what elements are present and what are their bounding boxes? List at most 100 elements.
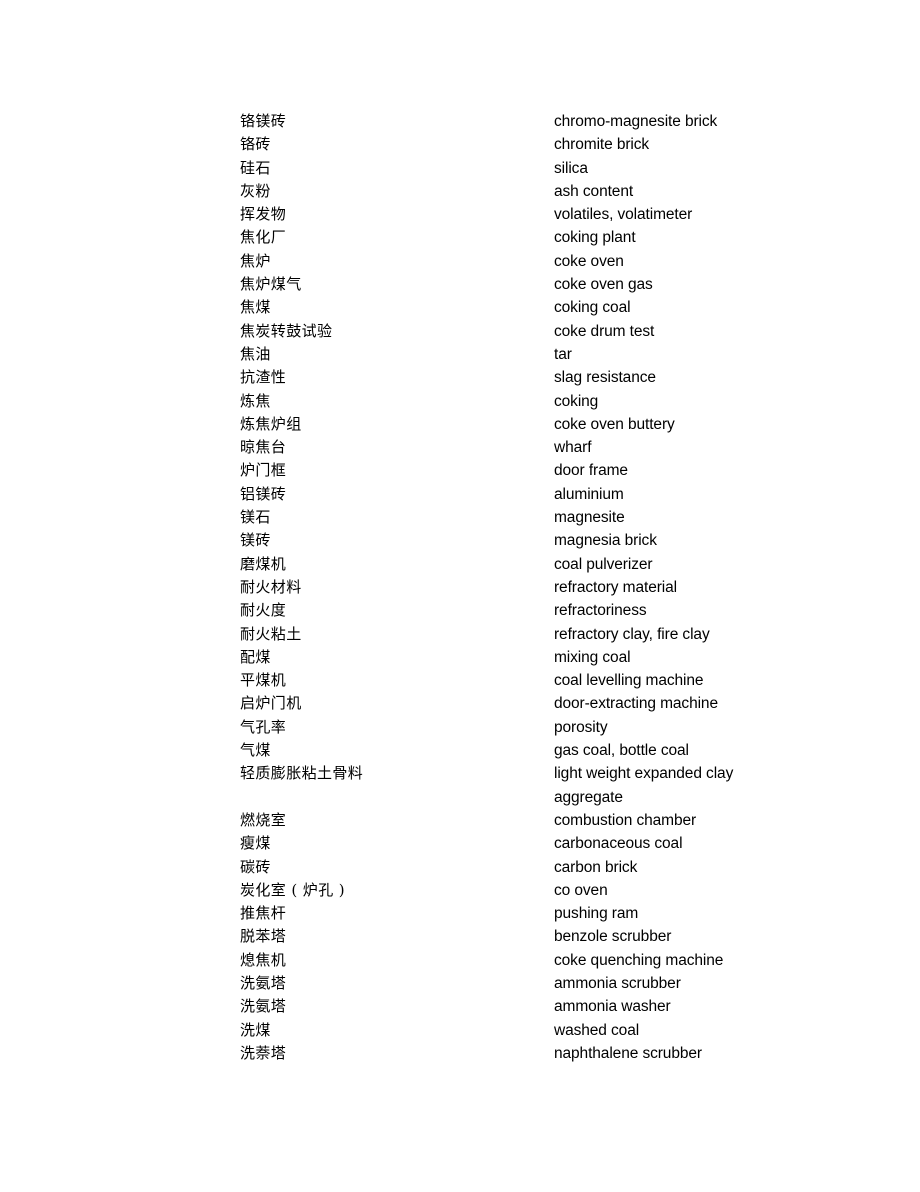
glossary-entry: 燃烧室 combustion chamber bbox=[240, 809, 900, 832]
glossary-entry: 启炉门机 door-extracting machine bbox=[240, 692, 900, 715]
glossary-entry: 洗煤 washed coal bbox=[240, 1019, 900, 1042]
glossary-entry: 洗萘塔 naphthalene scrubber bbox=[240, 1042, 900, 1065]
term-english: carbon brick bbox=[554, 858, 638, 876]
term-english: refractoriness bbox=[554, 602, 647, 620]
term-chinese: 焦煤 bbox=[240, 298, 271, 317]
term-chinese: 脱苯塔 bbox=[240, 927, 287, 946]
term-chinese: 焦炉 bbox=[240, 251, 271, 270]
term-english: coal pulverizer bbox=[554, 555, 653, 573]
glossary-list: 铬镁砖 chromo-magnesite brick 铬砖 chromite bric… bbox=[240, 110, 900, 1065]
glossary-entry: 耐火材料 refractory material bbox=[240, 576, 900, 599]
term-english: coking bbox=[554, 392, 599, 410]
glossary-entry: 焦炉煤气 coke oven gas bbox=[240, 273, 900, 296]
term-chinese: 铝镁砖 bbox=[240, 484, 287, 503]
term-english: combustion chamber bbox=[554, 811, 697, 829]
term-english: coal levelling machine bbox=[554, 672, 704, 690]
term-english: coke oven buttery bbox=[554, 415, 675, 433]
term-chinese: 气煤 bbox=[240, 741, 271, 760]
term-english: chromo-magnesite brick bbox=[554, 113, 718, 130]
term-chinese: 耐火度 bbox=[240, 601, 287, 620]
term-chinese: 炼焦 bbox=[240, 391, 271, 410]
glossary-entry: 平煤机 coal levelling machine bbox=[240, 669, 900, 692]
term-english: porosity bbox=[554, 718, 608, 736]
glossary-entry: 耐火度 refractoriness bbox=[240, 599, 900, 622]
glossary-entry: 洗氨塔 ammonia washer bbox=[240, 995, 900, 1018]
glossary-entry: 晾焦台 wharf bbox=[240, 436, 900, 459]
term-chinese: 气孔率 bbox=[240, 717, 287, 736]
glossary-entry: 耐火粘土 refractory clay, fire clay bbox=[240, 623, 900, 646]
term-chinese: 洗氨塔 bbox=[240, 973, 287, 992]
glossary-entry: 焦炉 coke oven bbox=[240, 250, 900, 273]
term-english: slag resistance bbox=[554, 369, 656, 387]
glossary-entry: 碳砖 carbon brick bbox=[240, 856, 900, 879]
term-chinese: 灰粉 bbox=[240, 181, 271, 200]
term-english: light weight expanded clay bbox=[554, 765, 734, 783]
term-english: magnesite bbox=[554, 509, 625, 527]
glossary-entry: 推焦杆 pushing ram bbox=[240, 902, 900, 925]
glossary-entry: 镁石 magnesite bbox=[240, 506, 900, 529]
term-chinese: 轻质膨胀粘土骨料 bbox=[240, 764, 364, 783]
term-english: ash content bbox=[554, 182, 634, 200]
term-chinese: 晾焦台 bbox=[240, 438, 287, 457]
glossary-entry: 脱苯塔 benzole scrubber bbox=[240, 925, 900, 948]
term-english: aggregate bbox=[554, 788, 623, 806]
term-chinese: 燃烧室 bbox=[240, 810, 287, 829]
term-chinese: 焦油 bbox=[240, 344, 271, 363]
term-chinese: 耐火粘土 bbox=[240, 624, 302, 643]
document-page: 铬镁砖 chromo-magnesite brick 铬砖 chromite bric… bbox=[0, 0, 920, 1192]
glossary-entry: 配煤 mixing coal bbox=[240, 646, 900, 669]
term-english: washed coal bbox=[554, 1021, 640, 1039]
term-chinese: 推焦杆 bbox=[240, 904, 287, 923]
term-english: door-extracting machine bbox=[554, 695, 718, 713]
term-chinese: 洗煤 bbox=[240, 1020, 271, 1039]
term-chinese: 镁石 bbox=[240, 508, 271, 527]
term-english: ammonia washer bbox=[554, 998, 671, 1016]
term-english: gas coal, bottle coal bbox=[554, 742, 689, 760]
term-chinese: 洗萘塔 bbox=[240, 1043, 287, 1062]
glossary-entry: 铝镁砖 aluminium bbox=[240, 483, 900, 506]
glossary-entry: 焦煤 coking coal bbox=[240, 296, 900, 319]
term-english: carbonaceous coal bbox=[554, 835, 683, 853]
glossary-entry: 焦炭转鼓试验 coke drum test bbox=[240, 320, 900, 343]
glossary-entry: 炼焦 coking bbox=[240, 390, 900, 413]
glossary-entry: 抗渣性 slag resistance bbox=[240, 366, 900, 389]
glossary-entry: 焦化厂 coking plant bbox=[240, 226, 900, 249]
glossary-entry: 铬砖 chromite brick bbox=[240, 133, 900, 156]
term-chinese: 磨煤机 bbox=[240, 554, 287, 573]
term-chinese: 硅石 bbox=[240, 158, 271, 177]
term-english: aluminium bbox=[554, 485, 624, 503]
term-english: volatiles, volatimeter bbox=[554, 206, 693, 224]
glossary-entry: 炭化室 ( 炉孔 ) co oven bbox=[240, 879, 900, 902]
term-english: coke drum test bbox=[554, 322, 655, 340]
glossary-entry: 铬镁砖 chromo-magnesite brick bbox=[240, 110, 900, 133]
glossary-entry: 熄焦机 coke quenching machine bbox=[240, 949, 900, 972]
term-chinese: 炼焦炉组 bbox=[240, 414, 302, 433]
term-english: pushing ram bbox=[554, 905, 639, 923]
term-english: coke oven bbox=[554, 252, 624, 270]
glossary-entry: 轻质膨胀粘土骨料 light weight expanded clay bbox=[240, 762, 900, 785]
glossary-entry: 瘦煤 carbonaceous coal bbox=[240, 832, 900, 855]
glossary-entry: 炼焦炉组 coke oven buttery bbox=[240, 413, 900, 436]
term-english: benzole scrubber bbox=[554, 928, 672, 946]
term-chinese: 洗氨塔 bbox=[240, 997, 287, 1016]
term-chinese: 焦炉煤气 bbox=[240, 275, 302, 294]
term-chinese: 启炉门机 bbox=[240, 694, 302, 713]
term-english: mixing coal bbox=[554, 648, 631, 666]
term-english: door frame bbox=[554, 462, 628, 480]
term-chinese: 炉门框 bbox=[240, 461, 287, 480]
glossary-entry: 磨煤机 coal pulverizer bbox=[240, 553, 900, 576]
term-english: magnesia brick bbox=[554, 532, 657, 550]
term-chinese: 配煤 bbox=[240, 647, 271, 666]
term-chinese: 焦化厂 bbox=[240, 228, 287, 247]
glossary-entry: 灰粉 ash content bbox=[240, 180, 900, 203]
term-english: refractory clay, fire clay bbox=[554, 625, 710, 643]
term-chinese: 平煤机 bbox=[240, 671, 287, 690]
term-chinese: 瘦煤 bbox=[240, 834, 271, 853]
term-english: chromite brick bbox=[554, 136, 650, 154]
term-chinese: 抗渣性 bbox=[240, 368, 287, 387]
term-english: naphthalene scrubber bbox=[554, 1044, 702, 1062]
term-chinese: 镁砖 bbox=[240, 531, 271, 550]
glossary-entry: 气煤 gas coal, bottle coal bbox=[240, 739, 900, 762]
term-english: co oven bbox=[554, 881, 608, 899]
term-chinese: 碳砖 bbox=[240, 857, 271, 876]
